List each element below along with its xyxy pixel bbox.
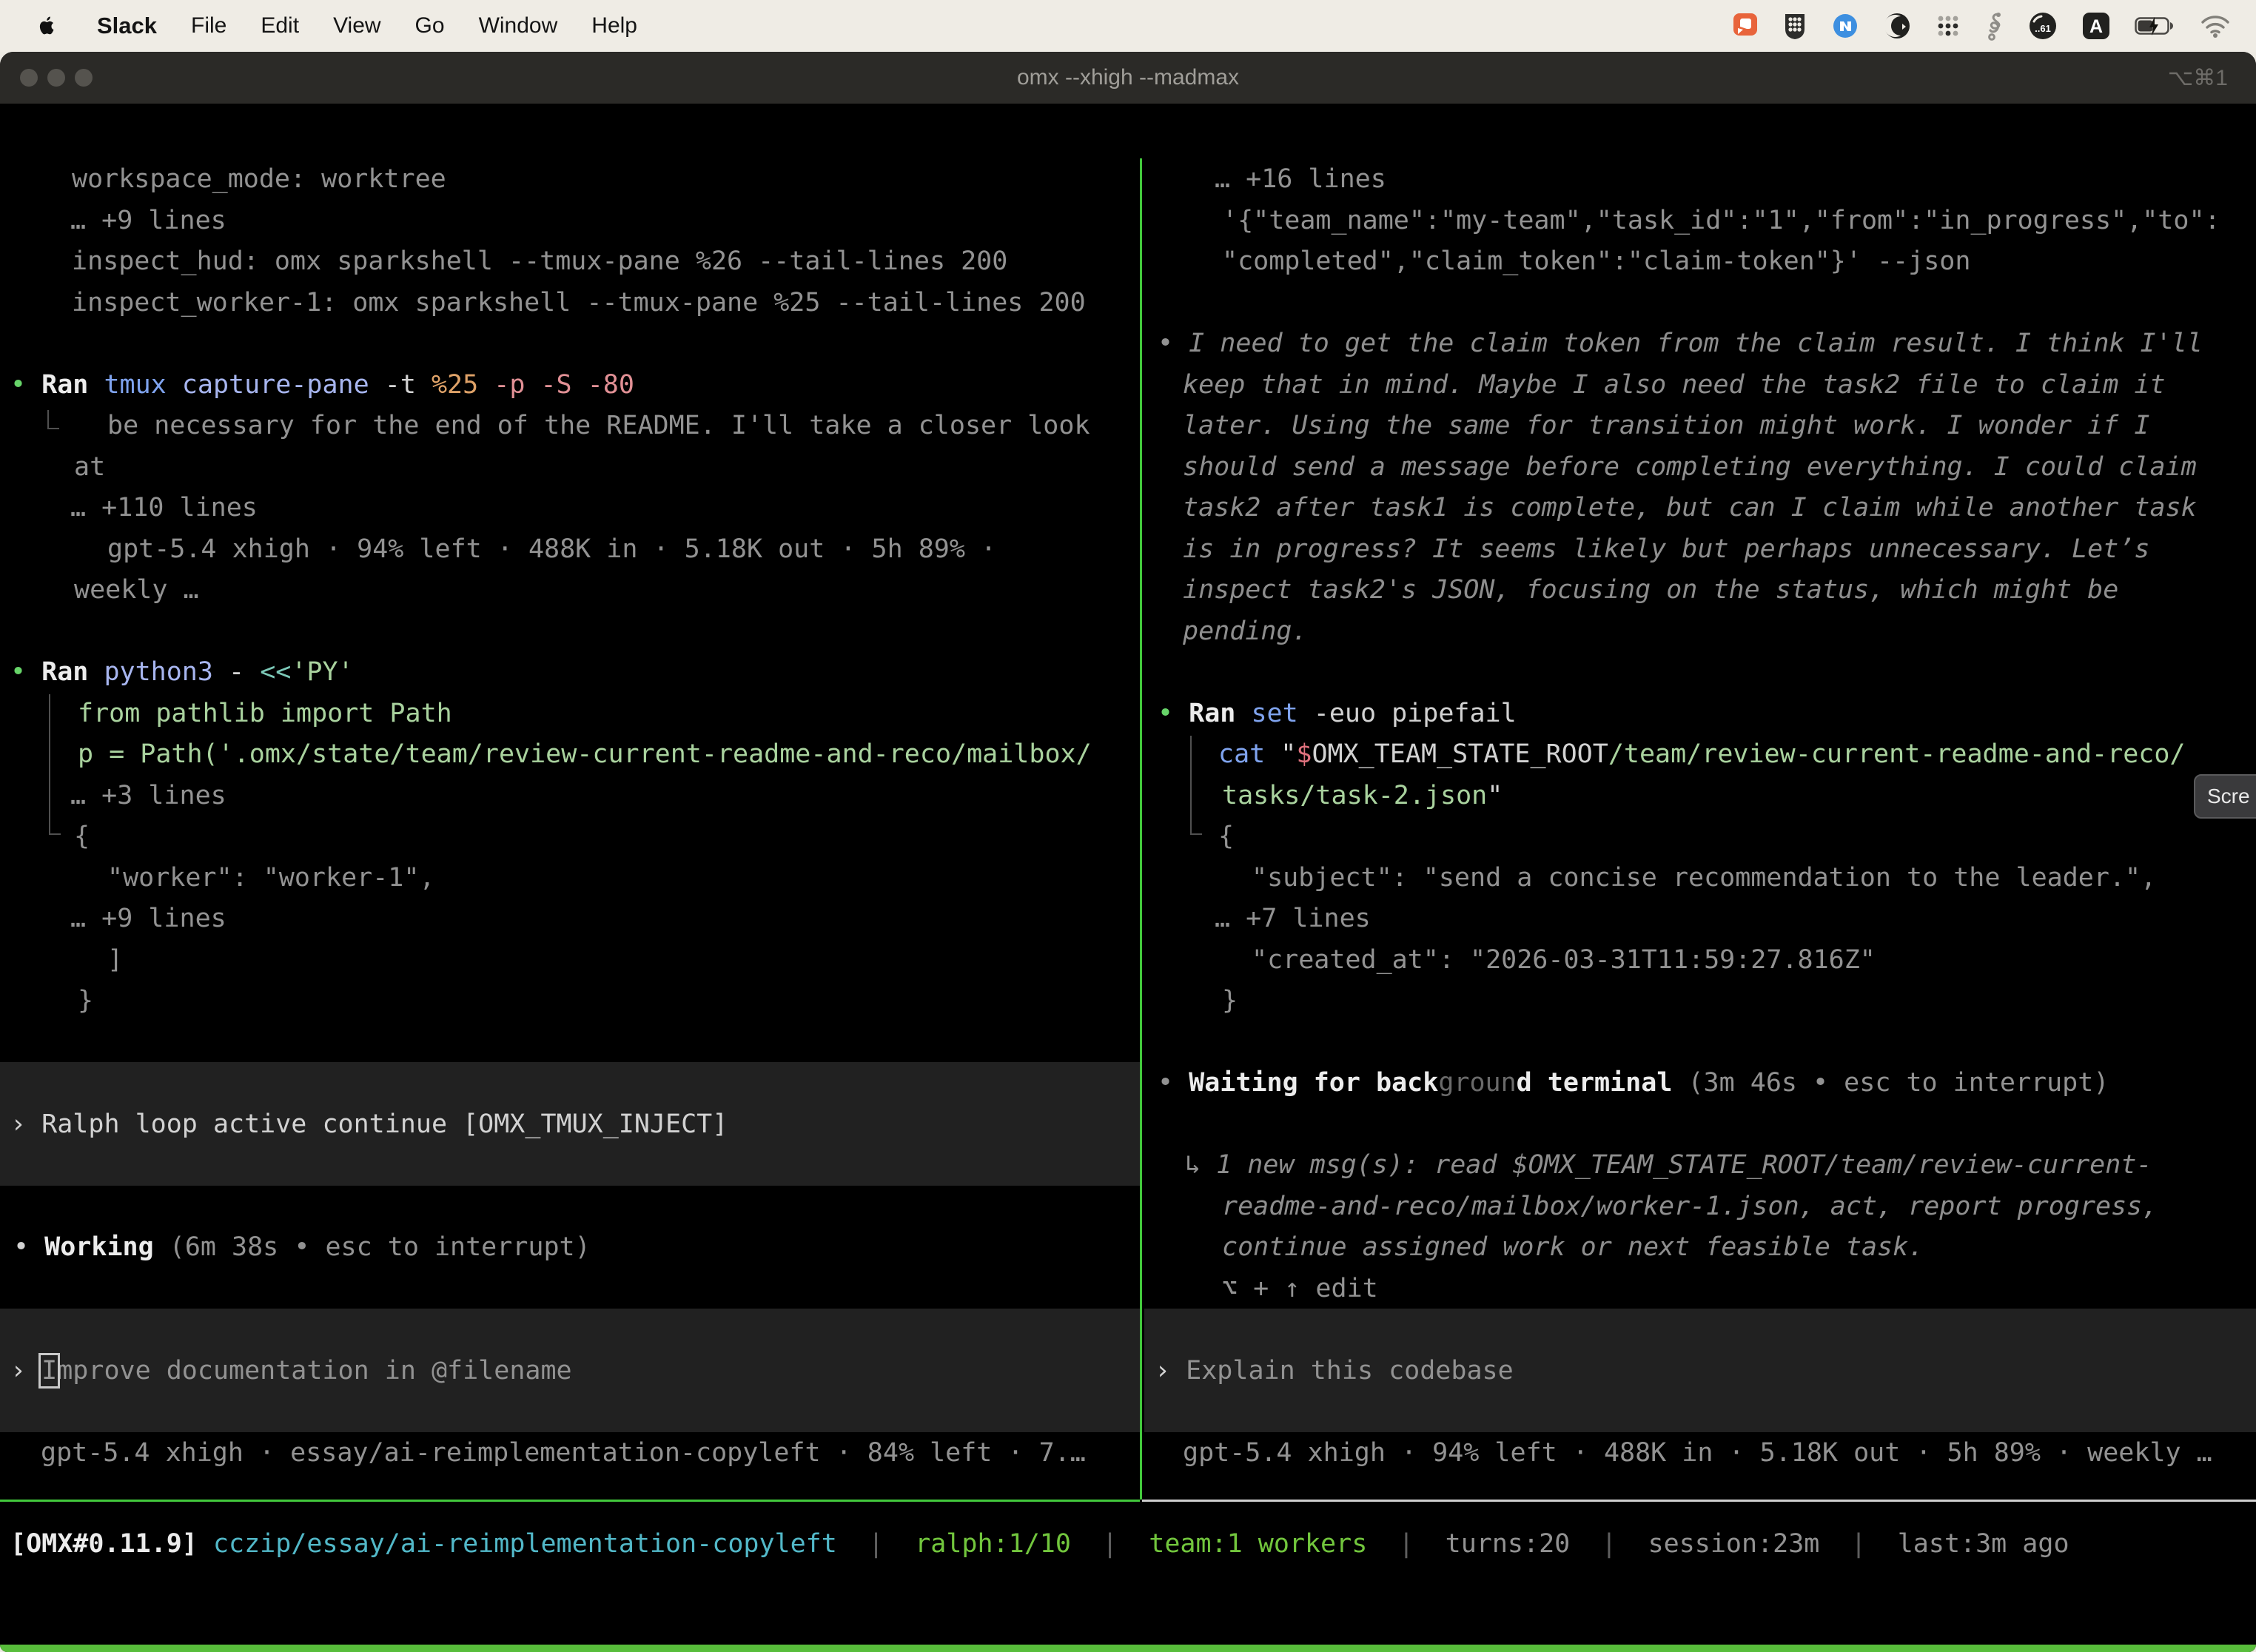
terminal-pane-right[interactable]: … +16 lines'{"team_name":"my-team","task… <box>1144 158 2256 1500</box>
terminal-row: "created_at": "2026-03-31T11:59:27.816Z" <box>1252 939 1876 981</box>
menu-item-help[interactable]: Help <box>591 13 637 38</box>
terminal-row: inspect_worker-1: omx sparkshell --tmux-… <box>72 282 1086 323</box>
output-rail-cat <box>1190 736 1202 835</box>
menu-item-file[interactable]: File <box>191 13 226 38</box>
prompt-input-left[interactable]: › Improve documentation in @filename <box>10 1350 572 1391</box>
terminal-row: … +16 lines <box>1215 158 1386 200</box>
zoom-window-button[interactable] <box>75 69 93 87</box>
terminal-row: at <box>74 446 105 488</box>
terminal-row: tasks/task-2.json" <box>1222 775 1503 816</box>
tooltip-label: Scre <box>2207 785 2250 807</box>
terminal-row: cat "$OMX_TEAM_STATE_ROOT/team/review-cu… <box>1218 733 2185 775</box>
terminal-row: "worker": "worker-1", <box>107 857 435 899</box>
terminal-row: should send a message before completing … <box>1183 446 2197 488</box>
terminal-row: … +9 lines <box>70 898 226 939</box>
tmux-session-label: [omx-cczip0:bash* <box>10 1645 275 1652</box>
menu-item-edit[interactable]: Edit <box>261 13 299 38</box>
terminal-row: pending. <box>1183 611 1308 652</box>
terminal-row: p = Path('.omx/state/team/review-current… <box>78 733 1092 775</box>
terminal-row: inspect_hud: omx sparkshell --tmux-pane … <box>72 241 1007 282</box>
terminal-row: … +9 lines <box>70 200 226 241</box>
terminal-row: • I need to get the claim token from the… <box>1158 323 2203 364</box>
macos-menu-bar: Slack File Edit View Go Window Help <box>0 0 2256 52</box>
tmux-status-bar[interactable]: [omx-cczip0:bash* "MacBook-Pro-44.local"… <box>0 1645 2256 1652</box>
terminal-row: } <box>1222 980 1238 1021</box>
terminal-row: ↳ 1 new msg(s): read $OMX_TEAM_STATE_ROO… <box>1185 1144 2152 1186</box>
terminal-window: omx --xhigh --madmax ⌥⌘1 workspace_mode:… <box>0 52 2256 1652</box>
apple-menu-icon[interactable] <box>37 14 57 38</box>
tmux-pane-divider[interactable] <box>1140 158 1142 1500</box>
wifi-icon[interactable] <box>2200 14 2231 38</box>
bolt-badge-icon[interactable] <box>1831 12 1859 40</box>
menu-status-icons: ..61 A <box>1732 11 2231 41</box>
terminal-row: later. Using the same for transition mig… <box>1183 405 2149 446</box>
moon-badge-icon[interactable] <box>1883 12 1911 40</box>
terminal-row: continue assigned work or next feasible … <box>1222 1226 1924 1268</box>
dots-grid-icon[interactable] <box>1935 13 1961 39</box>
squiggle-icon[interactable] <box>1985 11 2004 41</box>
output-rail-python <box>49 694 61 835</box>
working-status: • Working (6m 38s • esc to interrupt) <box>13 1226 591 1268</box>
traffic-lights <box>20 69 93 87</box>
prompt-input-right[interactable]: › Explain this codebase <box>1155 1350 1514 1391</box>
terminal-row: keep that in mind. Maybe I also need the… <box>1183 364 2166 406</box>
ralph-loop-status: › Ralph loop active continue [OMX_TMUX_I… <box>10 1104 728 1145</box>
terminal-row: } <box>78 980 93 1021</box>
terminal-row: readme-and-reco/mailbox/worker-1.json, a… <box>1222 1186 2158 1227</box>
terminal-row: • Ran python3 - <<'PY' <box>10 651 354 693</box>
terminal-row: inspect task2's JSON, focusing on the st… <box>1183 569 2118 611</box>
waiting-status: • Waiting for background terminal (3m 46… <box>1158 1062 2109 1104</box>
terminal-row: weekly … <box>74 569 199 611</box>
omx-status-line: [OMX#0.11.9] cczip/essay/ai-reimplementa… <box>10 1523 2069 1565</box>
window-titlebar[interactable]: omx --xhigh --madmax ⌥⌘1 <box>0 52 2256 104</box>
terminal-row: ⌥ + ↑ edit <box>1222 1268 1378 1309</box>
battery-charging-icon[interactable] <box>2135 16 2176 36</box>
gauge-label: ..61 <box>2035 23 2051 34</box>
pane-bottom-border-right <box>1142 1500 2256 1502</box>
terminal-row: "subject": "send a concise recommendatio… <box>1252 857 2156 899</box>
window-title: omx --xhigh --madmax <box>1017 65 1239 90</box>
terminal-row: workspace_mode: worktree <box>72 158 446 200</box>
terminal-row: { <box>74 816 90 857</box>
terminal-row: "completed","claim_token":"claim-token"}… <box>1222 241 1970 282</box>
gauge-61-icon[interactable]: ..61 <box>2028 11 2058 41</box>
terminal-row: • Ran set -euo pipefail <box>1158 693 1517 734</box>
terminal-row: … +3 lines <box>70 775 226 816</box>
keyboard-layout-a-icon[interactable]: A <box>2081 11 2111 41</box>
minimize-window-button[interactable] <box>47 69 65 87</box>
terminal-row: be necessary for the end of the README. … <box>107 405 1090 446</box>
terminal-row: • Ran tmux capture-pane -t %25 -p -S -80 <box>10 364 634 406</box>
tmux-host-clock-label: "MacBook-Pro-44.local" 05:03 31-Mar-26 <box>1653 1645 2246 1652</box>
shield-grid-icon[interactable] <box>1782 11 1807 41</box>
terminal-row: is in progress? It seems likely but perh… <box>1183 528 2149 570</box>
close-window-button[interactable] <box>20 69 38 87</box>
menu-item-view[interactable]: View <box>333 13 380 38</box>
screenshot-tooltip: Scre <box>2194 774 2256 819</box>
terminal-row: '{"team_name":"my-team","task_id":"1","f… <box>1222 200 2220 241</box>
svg-text:A: A <box>2089 16 2103 37</box>
menu-item-app[interactable]: Slack <box>97 13 157 39</box>
output-rail-capture <box>47 410 59 429</box>
model-status-left: gpt-5.4 xhigh · essay/ai-reimplementatio… <box>41 1432 1086 1474</box>
terminal-row: from pathlib import Path <box>78 693 452 734</box>
chat-bubble-icon[interactable] <box>1732 12 1759 40</box>
terminal-pane-left[interactable]: workspace_mode: worktree… +9 linesinspec… <box>0 158 1140 1500</box>
terminal-row: … +7 lines <box>1215 898 1371 939</box>
menu-item-window[interactable]: Window <box>479 13 558 38</box>
terminal-row: ] <box>107 939 123 981</box>
terminal-content: workspace_mode: worktree… +9 linesinspec… <box>0 155 2256 1652</box>
window-shortcut-badge: ⌥⌘1 <box>2168 65 2228 91</box>
terminal-row: … +110 lines <box>70 487 258 528</box>
terminal-row: task2 after task1 is complete, but can I… <box>1183 487 2197 528</box>
macos-screen: Slack File Edit View Go Window Help <box>0 0 2256 1652</box>
model-status-right: gpt-5.4 xhigh · 94% left · 488K in · 5.1… <box>1183 1432 2212 1474</box>
terminal-row: gpt-5.4 xhigh · 94% left · 488K in · 5.1… <box>107 528 996 570</box>
pane-bottom-border-left <box>0 1500 1140 1502</box>
menu-item-go[interactable]: Go <box>415 13 445 38</box>
terminal-row: { <box>1218 816 1234 857</box>
